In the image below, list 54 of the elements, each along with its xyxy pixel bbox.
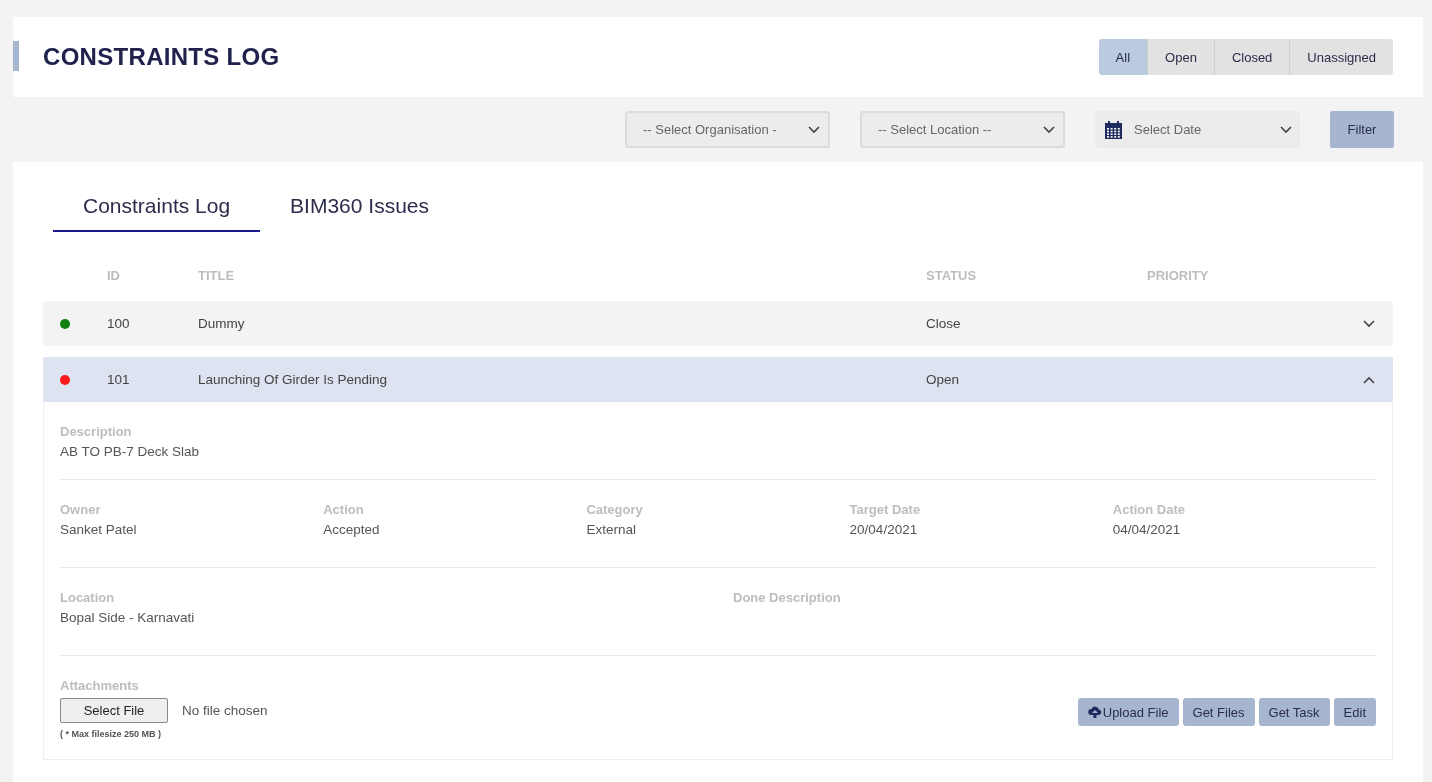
chevron-up-icon <box>1363 375 1375 384</box>
constraint-row[interactable]: 100 Dummy Close <box>43 301 1393 346</box>
file-status-text: No file chosen <box>182 703 268 718</box>
column-header: STATUS <box>926 267 978 283</box>
field-value: 20/04/2021 <box>849 522 919 537</box>
status-cell-text: Close <box>926 316 962 331</box>
field-value: Bopal Side - Karnavati <box>60 610 196 625</box>
status-filter-tab[interactable]: Closed <box>1214 39 1291 75</box>
field-value: Sanket Patel <box>60 522 138 537</box>
column-header: ID <box>107 267 121 283</box>
action-button[interactable]: Edit <box>1333 698 1376 726</box>
action-button[interactable]: Upload File <box>1077 698 1179 726</box>
view-tab[interactable]: BIM360 Issues <box>260 184 459 232</box>
filesize-note: ( * Max filesize 250 MB ) <box>60 729 163 739</box>
field-label: Done Description <box>733 590 842 605</box>
field-value: External <box>586 522 637 537</box>
field-label: Location <box>60 590 116 605</box>
cloud-upload-icon <box>1087 706 1102 718</box>
filter-button[interactable]: Filter <box>1330 111 1394 148</box>
action-button[interactable]: Get Task <box>1258 698 1330 726</box>
field-label: Description <box>60 424 133 439</box>
status-filter-tab[interactable]: Open <box>1148 39 1215 75</box>
column-header: PRIORITY <box>1147 267 1210 283</box>
view-tab[interactable]: Constraints Log <box>53 184 261 232</box>
status-filter-tab[interactable]: Unassigned <box>1290 39 1393 75</box>
select-file-button[interactable]: Select File <box>60 698 168 723</box>
date-select[interactable]: Select Date <box>1095 111 1300 148</box>
organisation-select[interactable]: -- Select Organisation - <box>625 111 830 148</box>
location-select[interactable]: -- Select Location -- <box>860 111 1065 148</box>
chevron-down-icon <box>808 125 820 134</box>
field-label: Action Date <box>1112 502 1187 517</box>
title-cell-text: Dummy <box>198 316 246 331</box>
title-accent-bar <box>13 41 19 71</box>
chevron-down-icon <box>1043 125 1055 134</box>
field-value: Accepted <box>323 522 381 537</box>
constraint-row[interactable]: 101 Launching Of Girder Is Pending Open <box>43 357 1393 402</box>
field-label: Target Date <box>849 502 922 517</box>
page-title: CONSTRAINTS LOG <box>43 43 280 71</box>
chevron-down-icon <box>1280 125 1292 134</box>
field-label: Owner <box>60 502 102 517</box>
field-label: Action <box>323 502 365 517</box>
field-value: 04/04/2021 <box>1112 522 1182 537</box>
status-filter-tab[interactable]: All <box>1098 39 1149 75</box>
field-label: Category <box>586 502 644 517</box>
id-cell-text: 100 <box>107 316 131 331</box>
action-button[interactable]: Get Files <box>1182 698 1255 726</box>
field-label: Attachments <box>60 678 140 693</box>
status-cell-text: Open <box>926 372 961 387</box>
id-cell-text: 101 <box>107 372 131 387</box>
chevron-down-icon <box>1363 319 1375 328</box>
calendar-icon <box>1105 120 1122 139</box>
column-header: TITLE <box>198 267 236 283</box>
field-value: AB TO PB-7 Deck Slab <box>60 444 201 459</box>
title-cell-text: Launching Of Girder Is Pending <box>198 372 389 387</box>
